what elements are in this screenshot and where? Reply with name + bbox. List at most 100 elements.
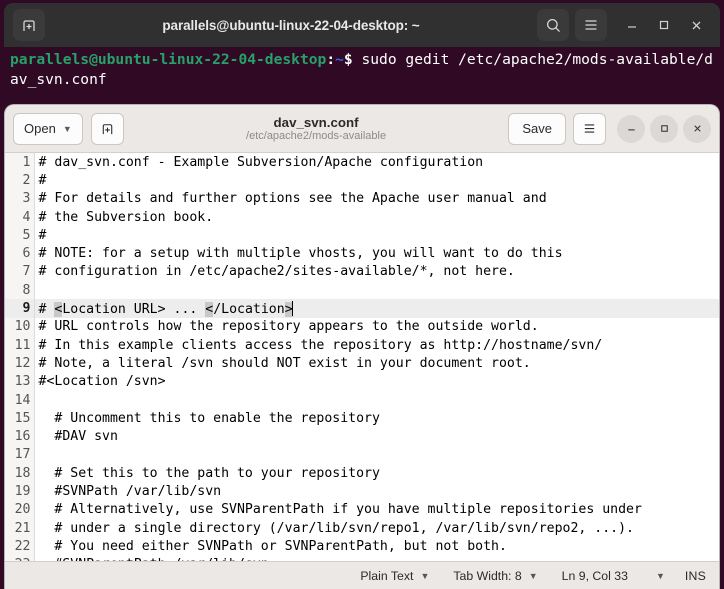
line-number: 8 bbox=[5, 281, 35, 300]
terminal-output[interactable]: parallels@ubuntu-linux-22-04-desktop:~$ … bbox=[4, 47, 720, 102]
code-line[interactable]: 1 # dav_svn.conf - Example Subversion/Apa… bbox=[5, 153, 719, 172]
bracket-match-open-2: < bbox=[205, 301, 214, 317]
line-number: 9 bbox=[5, 299, 35, 318]
chevron-down-icon: ▼ bbox=[62, 123, 72, 134]
code-line[interactable]: 22 # You need either SVNPath or SVNParen… bbox=[5, 537, 719, 556]
line-text: # Alternatively, use SVNParentPath if yo… bbox=[38, 502, 642, 518]
line-number: 11 bbox=[5, 335, 35, 355]
tab-width-label: Tab Width: 8 bbox=[453, 568, 522, 583]
new-tab-icon[interactable] bbox=[13, 9, 45, 41]
line-number: 3 bbox=[5, 189, 35, 208]
line-text: # bbox=[38, 227, 47, 243]
editor-text-area[interactable]: 1 # dav_svn.conf - Example Subversion/Apa… bbox=[5, 153, 719, 562]
line-number: 12 bbox=[5, 354, 35, 373]
shell-prompt-dollar: $ bbox=[343, 51, 353, 68]
code-line[interactable]: 10 # URL controls how the repository appe… bbox=[5, 317, 719, 336]
code-line[interactable]: 21 # under a single directory (/var/lib/… bbox=[5, 518, 719, 538]
language-label: Plain Text bbox=[360, 568, 414, 583]
line-number: 10 bbox=[5, 317, 35, 336]
gedit-statusbar: Plain Text ▼ Tab Width: 8 ▼ Ln 9, Col 33… bbox=[5, 561, 719, 589]
line-text: # dav_svn.conf - Example Subversion/Apac… bbox=[38, 154, 484, 170]
line-number: 6 bbox=[5, 244, 35, 263]
document-path: /etc/apache2/mods-available bbox=[246, 129, 387, 142]
line-number: 15 bbox=[5, 409, 35, 428]
close-icon[interactable] bbox=[683, 114, 711, 143]
line-text: # For details and further options see th… bbox=[38, 191, 547, 207]
code-line[interactable]: 19 #SVNPath /var/lib/svn bbox=[5, 482, 719, 501]
line-number: 2 bbox=[5, 171, 35, 190]
search-icon[interactable] bbox=[537, 9, 569, 41]
code-line[interactable]: 6 # NOTE: for a setup with multiple vhost… bbox=[5, 244, 719, 263]
code-line[interactable]: 8 bbox=[5, 281, 719, 300]
code-line[interactable]: 11 # In this example clients access the r… bbox=[5, 335, 719, 355]
code-line[interactable]: 14 bbox=[5, 390, 719, 410]
line-number: 20 bbox=[5, 500, 35, 519]
code-line[interactable]: 2 # bbox=[5, 171, 719, 190]
minimize-icon[interactable] bbox=[617, 114, 645, 143]
line-number: 1 bbox=[5, 153, 35, 172]
code-line[interactable]: 12 # Note, a literal /svn should NOT exis… bbox=[5, 354, 719, 373]
code-line[interactable]: 9 # <Location URL> ... </Location> bbox=[5, 299, 719, 318]
code-line[interactable]: 13 #<Location /svn> bbox=[5, 372, 719, 391]
code-line[interactable]: 17 bbox=[5, 445, 719, 465]
cursor-position-label: Ln 9, Col 33 bbox=[561, 568, 628, 583]
line-number: 17 bbox=[5, 445, 35, 465]
maximize-icon[interactable] bbox=[650, 114, 678, 143]
cursor-position-selector[interactable]: Ln 9, Col 33 ▼ bbox=[562, 569, 665, 583]
code-line[interactable]: 15 # Uncomment this to enable the reposi… bbox=[5, 409, 719, 428]
code-line[interactable]: 7 # configuration in /etc/apache2/sites-a… bbox=[5, 262, 719, 282]
line-number: 4 bbox=[5, 207, 35, 227]
minimize-icon[interactable] bbox=[617, 10, 647, 40]
code-line[interactable]: 18 # Set this to the path to your reposi… bbox=[5, 464, 719, 483]
hamburger-menu-icon[interactable] bbox=[575, 9, 607, 41]
line-text: # In this example clients access the rep… bbox=[38, 337, 603, 353]
save-button-label: Save bbox=[522, 121, 552, 136]
shell-prompt-user: parallels@ubuntu-linux-22-04-desktop bbox=[10, 51, 327, 68]
language-selector[interactable]: Plain Text ▼ bbox=[360, 569, 429, 583]
line-number: 16 bbox=[5, 427, 35, 446]
terminal-titlebar: parallels@ubuntu-linux-22-04-desktop: ~ bbox=[4, 3, 720, 47]
line-number: 5 bbox=[5, 226, 35, 245]
code-line[interactable]: 4 # the Subversion book. bbox=[5, 207, 719, 227]
line-text: # configuration in /etc/apache2/sites-av… bbox=[38, 264, 515, 280]
code-line[interactable]: 16 #DAV svn bbox=[5, 427, 719, 446]
insert-mode-label: INS bbox=[684, 568, 706, 583]
line-text: # You need either SVNPath or SVNParentPa… bbox=[38, 538, 507, 554]
bracket-match-open: < bbox=[54, 301, 63, 317]
maximize-icon[interactable] bbox=[649, 10, 679, 40]
code-line[interactable]: 5 # bbox=[5, 226, 719, 245]
code-line[interactable]: 3 # For details and further options see t… bbox=[5, 189, 719, 208]
line-text: # under a single directory (/var/lib/svn… bbox=[38, 520, 634, 536]
line-text: # the Subversion book. bbox=[38, 209, 214, 225]
shell-prompt-colon: : bbox=[326, 51, 336, 68]
line-text bbox=[34, 391, 719, 409]
chevron-down-icon: ▼ bbox=[420, 570, 430, 581]
shell-prompt-path: ~ bbox=[335, 51, 344, 68]
terminal-title: parallels@ubuntu-linux-22-04-desktop: ~ bbox=[162, 17, 420, 33]
line-text: #DAV svn bbox=[38, 429, 118, 445]
line-number: 7 bbox=[5, 262, 35, 282]
tab-width-selector[interactable]: Tab Width: 8 ▼ bbox=[453, 569, 537, 583]
line-number: 21 bbox=[5, 518, 35, 538]
line-text: # NOTE: for a setup with multiple vhosts… bbox=[38, 246, 563, 262]
line-text bbox=[34, 446, 719, 464]
line-text: # <Location URL> ... </Location> bbox=[34, 299, 719, 318]
line-text: # Uncomment this to enable the repositor… bbox=[38, 410, 380, 426]
new-document-button[interactable] bbox=[90, 112, 124, 145]
line-text: # Set this to the path to your repositor… bbox=[38, 465, 380, 481]
line-text: # Note, a literal /svn should NOT exist … bbox=[38, 355, 531, 371]
line-text bbox=[34, 281, 719, 299]
line-text: # URL controls how the repository appear… bbox=[38, 319, 539, 335]
document-title: dav_svn.conf bbox=[273, 114, 359, 130]
line-number: 13 bbox=[5, 372, 35, 391]
chevron-down-icon: ▼ bbox=[655, 570, 665, 581]
line-text: # bbox=[38, 172, 47, 188]
gedit-title-block: dav_svn.conf /etc/apache2/mods-available bbox=[124, 115, 509, 143]
gedit-window: Open ▼ dav_svn.conf /etc/apache2/mods-av… bbox=[4, 104, 720, 589]
open-button[interactable]: Open ▼ bbox=[13, 112, 83, 145]
gedit-menu-button[interactable] bbox=[573, 112, 606, 145]
text-caret bbox=[291, 300, 294, 316]
save-button[interactable]: Save bbox=[508, 112, 566, 145]
code-line[interactable]: 20 # Alternatively, use SVNParentPath if… bbox=[5, 500, 719, 519]
close-icon[interactable] bbox=[681, 10, 711, 40]
